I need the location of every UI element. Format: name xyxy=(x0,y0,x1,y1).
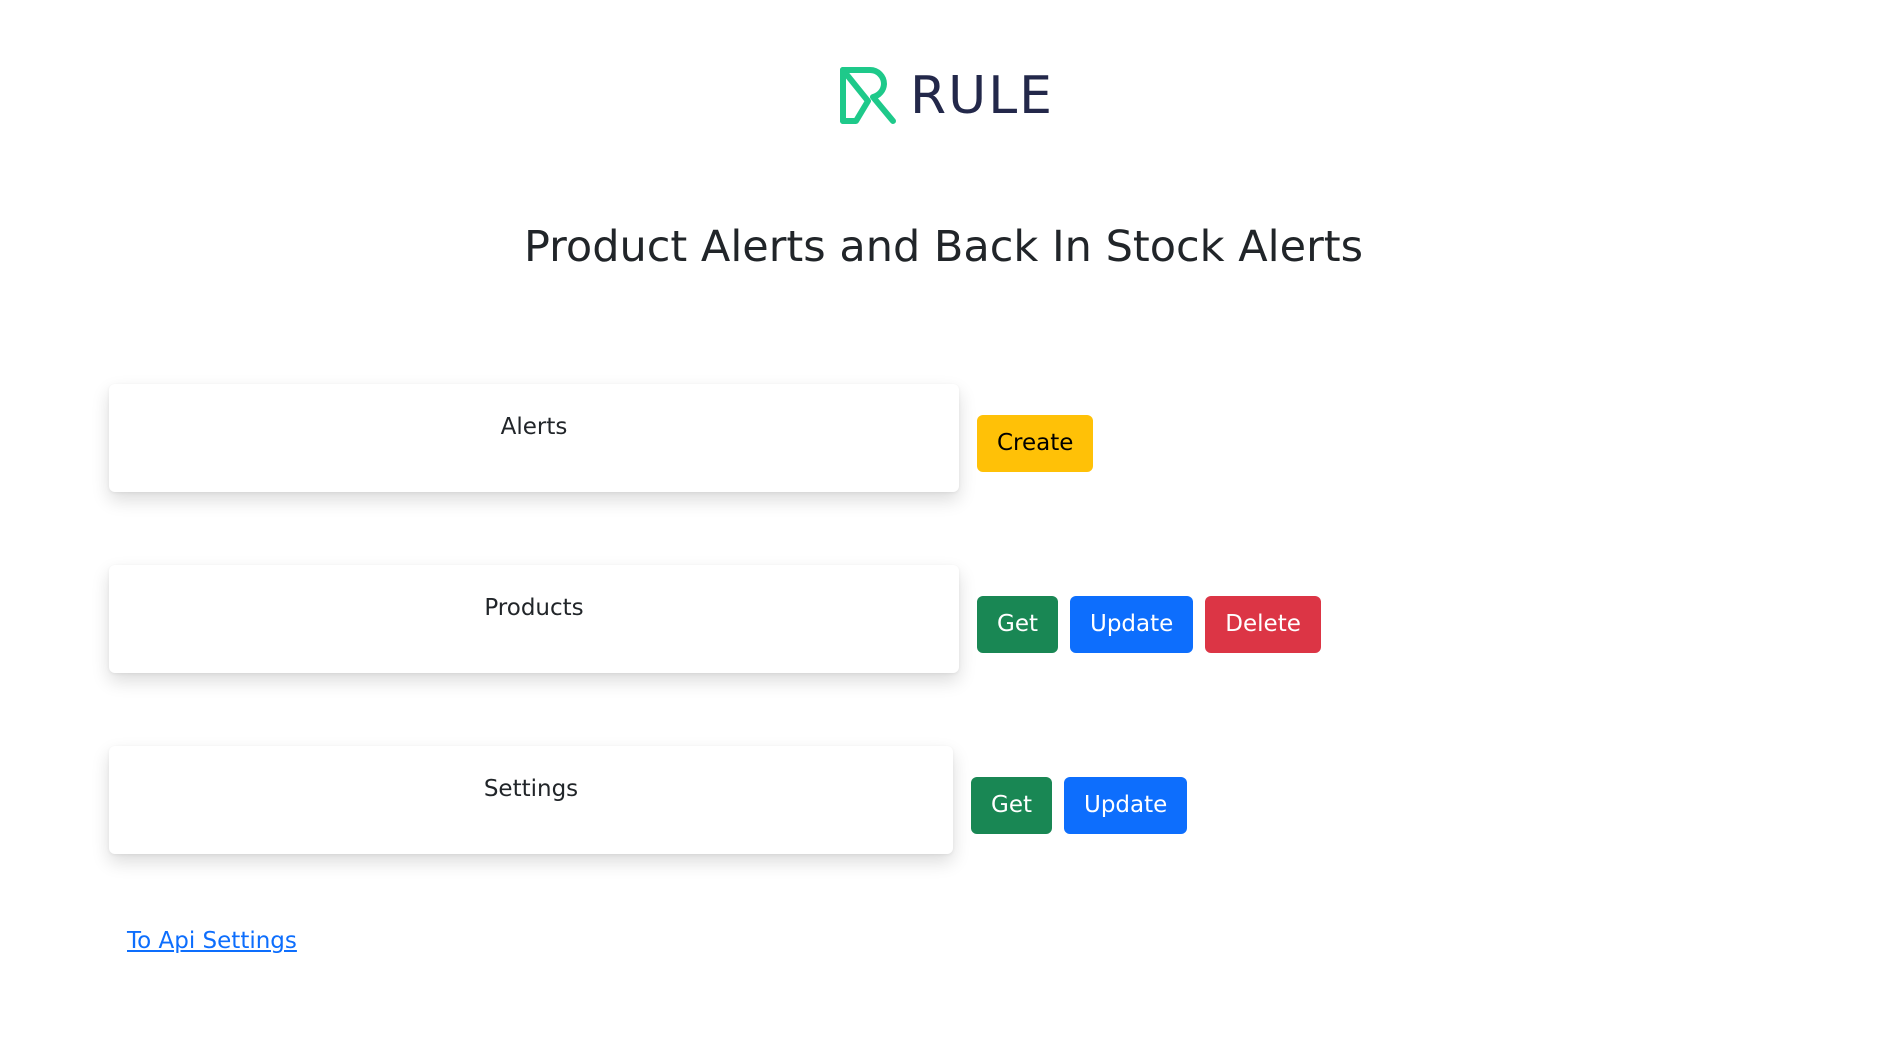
alerts-label: Alerts xyxy=(500,414,568,440)
alerts-card: Alerts xyxy=(109,384,959,492)
alerts-actions: Create xyxy=(977,414,1094,472)
create-alert-button[interactable]: Create xyxy=(977,414,1094,472)
get-settings-button[interactable]: Get xyxy=(971,776,1052,834)
delete-products-button[interactable]: Delete xyxy=(1205,595,1321,653)
settings-label: Settings xyxy=(483,776,579,802)
logo-wordmark: RULE xyxy=(910,66,1055,126)
page-title: Product Alerts and Back In Stock Alerts xyxy=(523,222,1364,272)
rule-logo: RULE xyxy=(838,64,1054,128)
products-card: Products xyxy=(109,565,959,673)
products-label: Products xyxy=(484,595,584,621)
settings-card: Settings xyxy=(109,746,953,854)
alerts-row: Alerts Create xyxy=(109,384,1094,492)
products-actions: Get Update Delete xyxy=(977,595,1321,653)
update-products-button[interactable]: Update xyxy=(1070,595,1194,653)
settings-actions: Get Update xyxy=(971,776,1188,834)
settings-row: Settings Get Update xyxy=(109,746,1188,854)
update-settings-button[interactable]: Update xyxy=(1064,776,1188,834)
api-settings-link[interactable]: To Api Settings xyxy=(127,928,297,954)
get-products-button[interactable]: Get xyxy=(977,595,1058,653)
products-row: Products Get Update Delete xyxy=(109,565,1321,673)
rule-logo-icon xyxy=(840,67,896,124)
